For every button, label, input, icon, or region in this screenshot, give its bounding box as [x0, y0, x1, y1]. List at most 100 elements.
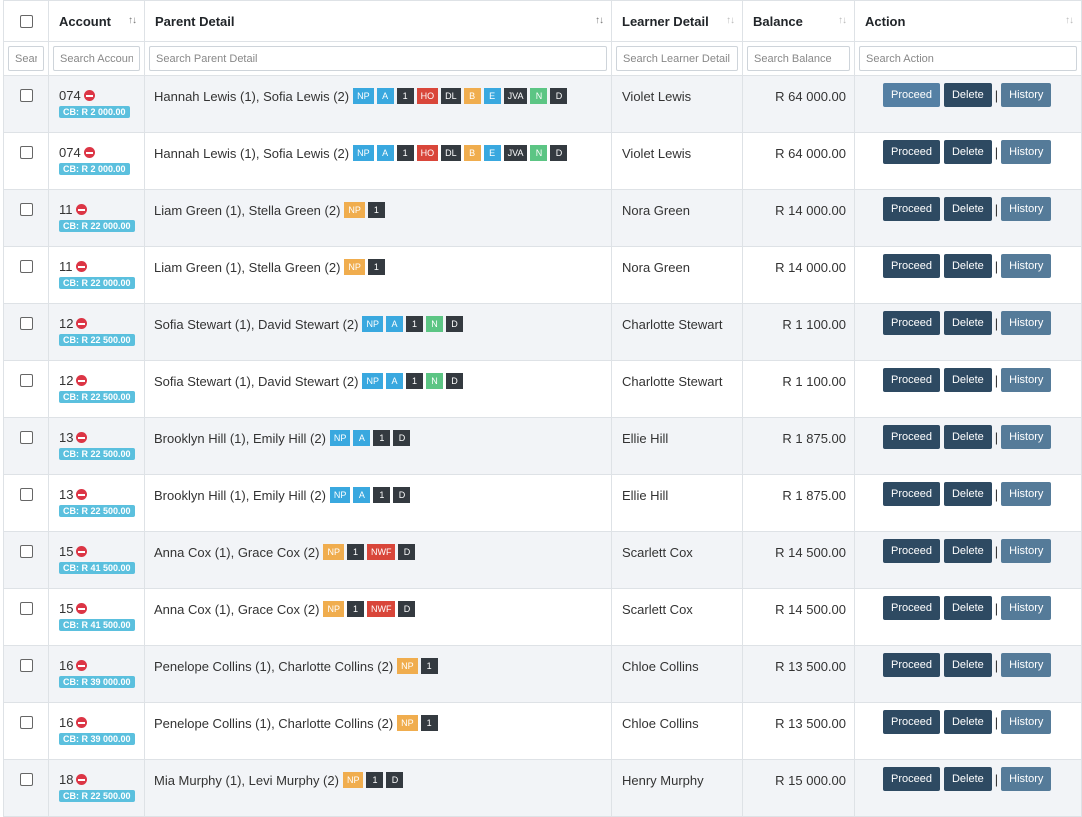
delete-button[interactable]: Delete [943, 425, 992, 449]
proceed-button[interactable]: Proceed [883, 311, 940, 335]
table-row: 12 CB: R 22 500.00 Sofia Stewart (1), Da… [3, 360, 1082, 418]
status-badge: D [445, 373, 463, 389]
row-checkbox[interactable] [20, 773, 33, 786]
parent-header[interactable]: Parent Detail ↑↓ [144, 0, 612, 42]
sort-icon[interactable]: ↑↓ [1065, 15, 1074, 26]
select-search-input[interactable] [8, 46, 44, 71]
account-cell: 13 CB: R 22 500.00 [48, 417, 145, 475]
row-checkbox[interactable] [20, 146, 33, 159]
history-button[interactable]: History [1001, 539, 1052, 563]
row-checkbox[interactable] [20, 545, 33, 558]
sort-icon[interactable]: ↑↓ [128, 15, 137, 26]
account-number[interactable]: 15 [59, 544, 73, 559]
proceed-button[interactable]: Proceed [883, 197, 940, 221]
proceed-button[interactable]: Proceed [883, 767, 940, 791]
account-number[interactable]: 11 [59, 202, 73, 217]
history-button[interactable]: History [1001, 83, 1052, 107]
parent-cell: Liam Green (1), Stella Green (2) NP 1 [144, 189, 612, 247]
proceed-button[interactable]: Proceed [883, 710, 940, 734]
history-button[interactable]: History [1001, 368, 1052, 392]
delete-button[interactable]: Delete [943, 254, 992, 278]
proceed-button[interactable]: Proceed [883, 539, 940, 563]
delete-button[interactable]: Delete [943, 767, 992, 791]
learner-name: Chloe Collins [622, 659, 699, 674]
proceed-button[interactable]: Proceed [883, 653, 940, 677]
proceed-button[interactable]: Proceed [883, 482, 940, 506]
action-cell: Proceed Delete | History [854, 588, 1082, 646]
balance-cell: R 64 000.00 [742, 75, 855, 133]
account-number[interactable]: 13 [59, 430, 73, 445]
row-checkbox[interactable] [20, 602, 33, 615]
select-all-checkbox[interactable] [20, 14, 33, 28]
filter-cell [144, 41, 612, 76]
account-number[interactable]: 074 [59, 88, 81, 103]
row-checkbox[interactable] [20, 488, 33, 501]
row-checkbox[interactable] [20, 317, 33, 330]
row-checkbox[interactable] [20, 260, 33, 273]
proceed-button[interactable]: Proceed [883, 140, 940, 164]
delete-button[interactable]: Delete [943, 140, 992, 164]
sort-icon[interactable]: ↑↓ [595, 15, 604, 26]
action-search-input[interactable] [859, 46, 1077, 71]
action-separator: | [994, 315, 999, 331]
parent-names: Brooklyn Hill (1), Emily Hill (2) [154, 487, 326, 503]
delete-button[interactable]: Delete [943, 653, 992, 677]
cb-badge: CB: R 22 500.00 [59, 334, 135, 346]
delete-button[interactable]: Delete [943, 83, 992, 107]
account-number[interactable]: 12 [59, 316, 73, 331]
proceed-button[interactable]: Proceed [883, 83, 940, 107]
row-checkbox[interactable] [20, 431, 33, 444]
learner-search-input[interactable] [616, 46, 738, 71]
status-badge: NP [329, 430, 351, 446]
row-checkbox[interactable] [20, 89, 33, 102]
account-number[interactable]: 12 [59, 373, 73, 388]
row-checkbox[interactable] [20, 203, 33, 216]
history-button[interactable]: History [1001, 596, 1052, 620]
history-button[interactable]: History [1001, 653, 1052, 677]
account-number[interactable]: 16 [59, 715, 73, 730]
history-button[interactable]: History [1001, 311, 1052, 335]
account-number[interactable]: 15 [59, 601, 73, 616]
balance-header[interactable]: Balance ↑↓ [742, 0, 855, 42]
parent-search-input[interactable] [149, 46, 607, 71]
history-button[interactable]: History [1001, 425, 1052, 449]
sort-icon[interactable]: ↑↓ [838, 15, 847, 26]
account-header[interactable]: Account ↑↓ [48, 0, 145, 42]
proceed-button[interactable]: Proceed [883, 368, 940, 392]
minus-circle-icon [75, 261, 87, 272]
row-checkbox[interactable] [20, 716, 33, 729]
select-cell [3, 645, 49, 703]
account-number[interactable]: 16 [59, 658, 73, 673]
delete-button[interactable]: Delete [943, 311, 992, 335]
history-button[interactable]: History [1001, 140, 1052, 164]
account-search-input[interactable] [53, 46, 140, 71]
action-separator: | [994, 372, 999, 388]
history-button[interactable]: History [1001, 710, 1052, 734]
action-header[interactable]: Action ↑↓ [854, 0, 1082, 42]
delete-button[interactable]: Delete [943, 596, 992, 620]
balance-search-input[interactable] [747, 46, 850, 71]
row-checkbox[interactable] [20, 374, 33, 387]
history-button[interactable]: History [1001, 254, 1052, 278]
proceed-button[interactable]: Proceed [883, 425, 940, 449]
history-button[interactable]: History [1001, 767, 1052, 791]
delete-button[interactable]: Delete [943, 539, 992, 563]
proceed-button[interactable]: Proceed [883, 254, 940, 278]
proceed-button[interactable]: Proceed [883, 596, 940, 620]
learner-header[interactable]: Learner Detail ↑↓ [611, 0, 743, 42]
delete-button[interactable]: Delete [943, 710, 992, 734]
account-number[interactable]: 074 [59, 145, 81, 160]
sort-icon[interactable]: ↑↓ [726, 15, 735, 26]
history-button[interactable]: History [1001, 482, 1052, 506]
delete-button[interactable]: Delete [943, 482, 992, 506]
history-button[interactable]: History [1001, 197, 1052, 221]
delete-button[interactable]: Delete [943, 368, 992, 392]
balance-header-label: Balance [753, 13, 803, 29]
account-number[interactable]: 13 [59, 487, 73, 502]
row-checkbox[interactable] [20, 659, 33, 672]
account-number[interactable]: 11 [59, 259, 73, 274]
filter-cell [854, 41, 1082, 76]
account-number[interactable]: 18 [59, 772, 73, 787]
delete-button[interactable]: Delete [943, 197, 992, 221]
status-badge: NWF [366, 544, 396, 560]
